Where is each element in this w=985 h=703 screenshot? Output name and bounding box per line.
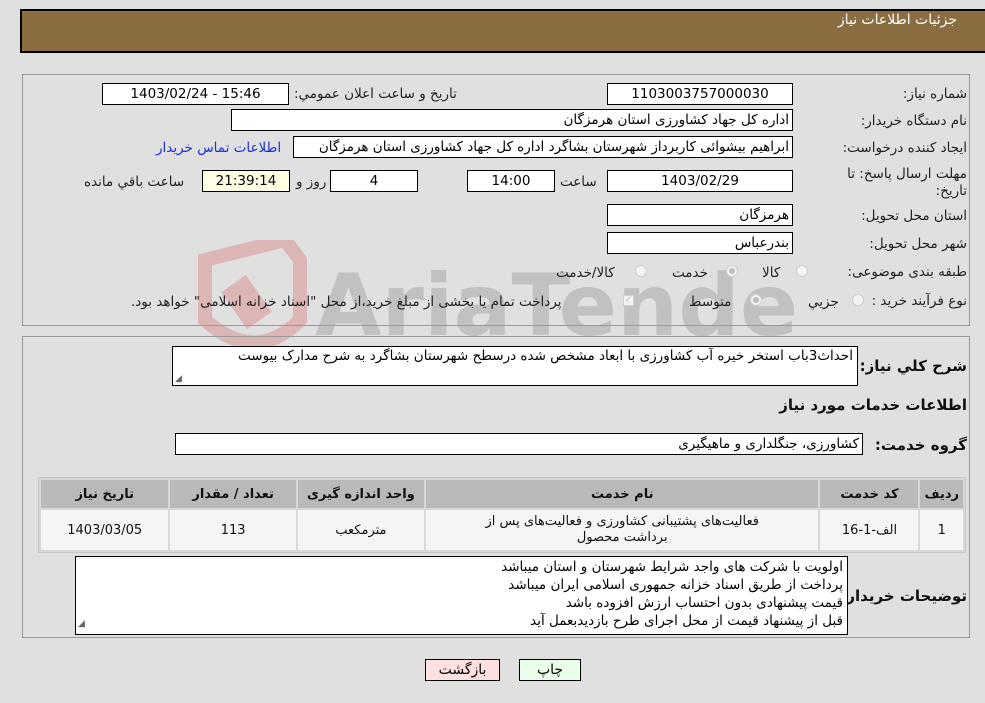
deadline-time-field: 14:00 — [467, 170, 555, 192]
cell-row: 1 — [920, 510, 963, 550]
purchase-radio-minor[interactable] — [852, 294, 864, 306]
days-label: روز و — [296, 174, 327, 190]
requester-label: ایجاد کننده درخواست: — [842, 140, 967, 156]
buyer-notes-field[interactable]: اولویت با شرکت های واجد شرایط شهرستان و … — [75, 556, 848, 635]
buyer-note-line: قبل از پیشنهاد قیمت از محل اجرای طرح باز… — [530, 613, 843, 629]
cell-service-code: الف-1-16 — [820, 510, 919, 550]
buyer-org-label: نام دستگاه خریدار: — [860, 113, 967, 129]
col-service-code: کد خدمت — [820, 480, 919, 508]
service-group-field: کشاورزی، جنگلداری و ماهیگیری — [175, 433, 863, 455]
cell-need-date: 1403/03/05 — [41, 510, 169, 550]
purchase-option-medium: متوسط — [689, 294, 732, 310]
buyer-note-line: قیمت پیشنهادی بدون احتساب ارزش افزوده با… — [565, 595, 843, 611]
deadline-time-label: ساعت — [560, 174, 597, 190]
delivery-province-label: استان محل تحویل: — [861, 208, 967, 224]
delivery-city-label: شهر محل تحویل: — [869, 236, 967, 252]
services-section-title: اطلاعات خدمات مورد نیاز — [779, 396, 967, 414]
treasury-payment-note: پرداخت تمام یا بخشی از مبلغ خرید،از محل … — [131, 294, 562, 310]
deadline-date-field: 1403/02/29 — [607, 170, 793, 192]
purchase-radio-medium[interactable] — [750, 294, 762, 306]
buyer-org-field: اداره کل جهاد کشاورزی استان هرمزگان — [231, 109, 793, 131]
services-table: ردیف کد خدمت نام خدمت واحد اندازه گیری ت… — [38, 477, 966, 553]
table-row: 1 الف-1-16 فعالیت‌های پشتیبانی کشاورزی و… — [41, 510, 963, 550]
resize-grip-icon[interactable]: ◢ — [175, 374, 182, 384]
back-button[interactable]: بازگشت — [425, 659, 500, 681]
description-text: احداث3باب استخر خیره آب کشاورزی با ابعاد… — [238, 348, 853, 364]
col-service-name: نام خدمت — [425, 480, 819, 508]
remaining-time-label: ساعت باقي مانده — [84, 174, 185, 190]
cell-service-name: فعالیت‌های پشتیبانی کشاورزی و فعالیت‌های… — [425, 510, 819, 550]
delivery-city-field: بندرعباس — [607, 232, 793, 254]
cell-quantity: 113 — [170, 510, 296, 550]
category-option-goods: کالا — [762, 265, 781, 281]
description-field[interactable]: احداث3باب استخر خیره آب کشاورزی با ابعاد… — [172, 346, 858, 386]
category-radio-goods[interactable] — [796, 265, 808, 277]
print-button[interactable]: چاپ — [519, 659, 581, 681]
announce-datetime-label: تاریخ و ساعت اعلان عمومي: — [294, 86, 457, 102]
service-group-label: گروه خدمت: — [874, 436, 967, 454]
cell-unit: مترمکعب — [297, 510, 424, 550]
purchase-type-label: نوع فرآیند خرید : — [871, 293, 967, 309]
category-option-service: خدمت — [672, 265, 708, 281]
col-row: ردیف — [920, 480, 963, 508]
table-header-row: ردیف کد خدمت نام خدمت واحد اندازه گیری ت… — [41, 480, 963, 508]
remaining-days-field: 4 — [330, 170, 418, 192]
requester-field: ابراهیم بیشوائی کاربرداز شهرستان بشاگرد … — [293, 136, 793, 158]
col-need-date: تاریخ نیاز — [41, 480, 169, 508]
resize-grip-icon[interactable]: ◢ — [78, 615, 85, 633]
announce-datetime-field: 1403/02/24 - 15:46 — [102, 83, 289, 105]
category-option-goods-service: کالا/خدمت — [556, 265, 615, 281]
buyer-contact-link[interactable]: اطلاعات تماس خریدار — [156, 140, 281, 156]
category-radio-service[interactable] — [726, 265, 738, 277]
buyer-notes-label: توضیحات خریدار: — [840, 587, 967, 605]
deadline-label: مهلت ارسال پاسخ: تا تاریخ: — [847, 166, 967, 199]
page-title: جزئیات اطلاعات نیاز — [837, 12, 957, 28]
col-quantity: تعداد / مقدار — [170, 480, 296, 508]
need-number-field: 1103003757000030 — [607, 83, 793, 105]
need-number-label: شماره نیاز: — [902, 86, 967, 102]
buyer-note-line: پرداخت از طریق اسناد خزانه جمهوری اسلامی… — [508, 577, 843, 593]
category-radio-goods-service[interactable] — [635, 265, 647, 277]
category-label: طبقه بندی موضوعی: — [847, 264, 967, 280]
buyer-note-line: اولویت با شرکت های واجد شرایط شهرستان و … — [501, 559, 843, 575]
delivery-province-field: هرمزگان — [607, 204, 793, 226]
purchase-option-minor: جزيي — [808, 294, 839, 310]
treasury-payment-checkbox[interactable]: ✓ — [623, 295, 634, 306]
col-unit: واحد اندازه گیری — [297, 480, 424, 508]
description-label: شرح کلي نیاز: — [859, 357, 967, 375]
remaining-time-field: 21:39:14 — [202, 170, 290, 192]
